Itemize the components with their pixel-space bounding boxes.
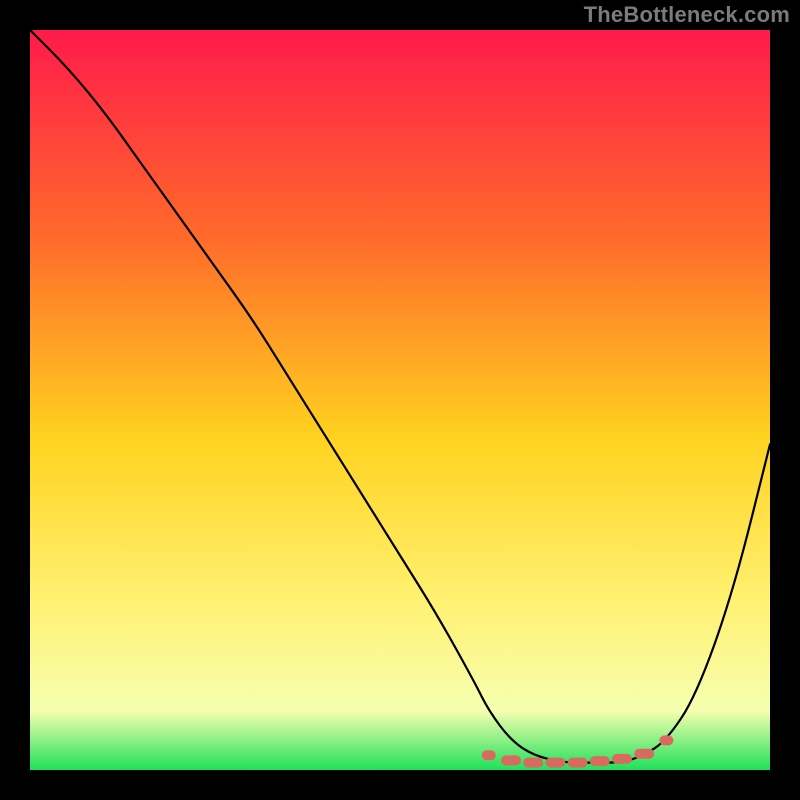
marker-dot: [659, 735, 673, 745]
marker-dot: [501, 755, 521, 765]
gradient-background: [30, 30, 770, 770]
marker-dot: [590, 756, 610, 766]
plot-area: [30, 30, 770, 770]
bottleneck-chart: [30, 30, 770, 770]
marker-dot: [523, 758, 543, 768]
marker-dot: [545, 758, 565, 768]
watermark-text: TheBottleneck.com: [584, 2, 790, 28]
marker-dot: [612, 754, 632, 764]
marker-dot: [568, 758, 588, 768]
marker-dot: [634, 749, 654, 759]
marker-dot: [482, 750, 496, 760]
chart-root: TheBottleneck.com: [0, 0, 800, 800]
